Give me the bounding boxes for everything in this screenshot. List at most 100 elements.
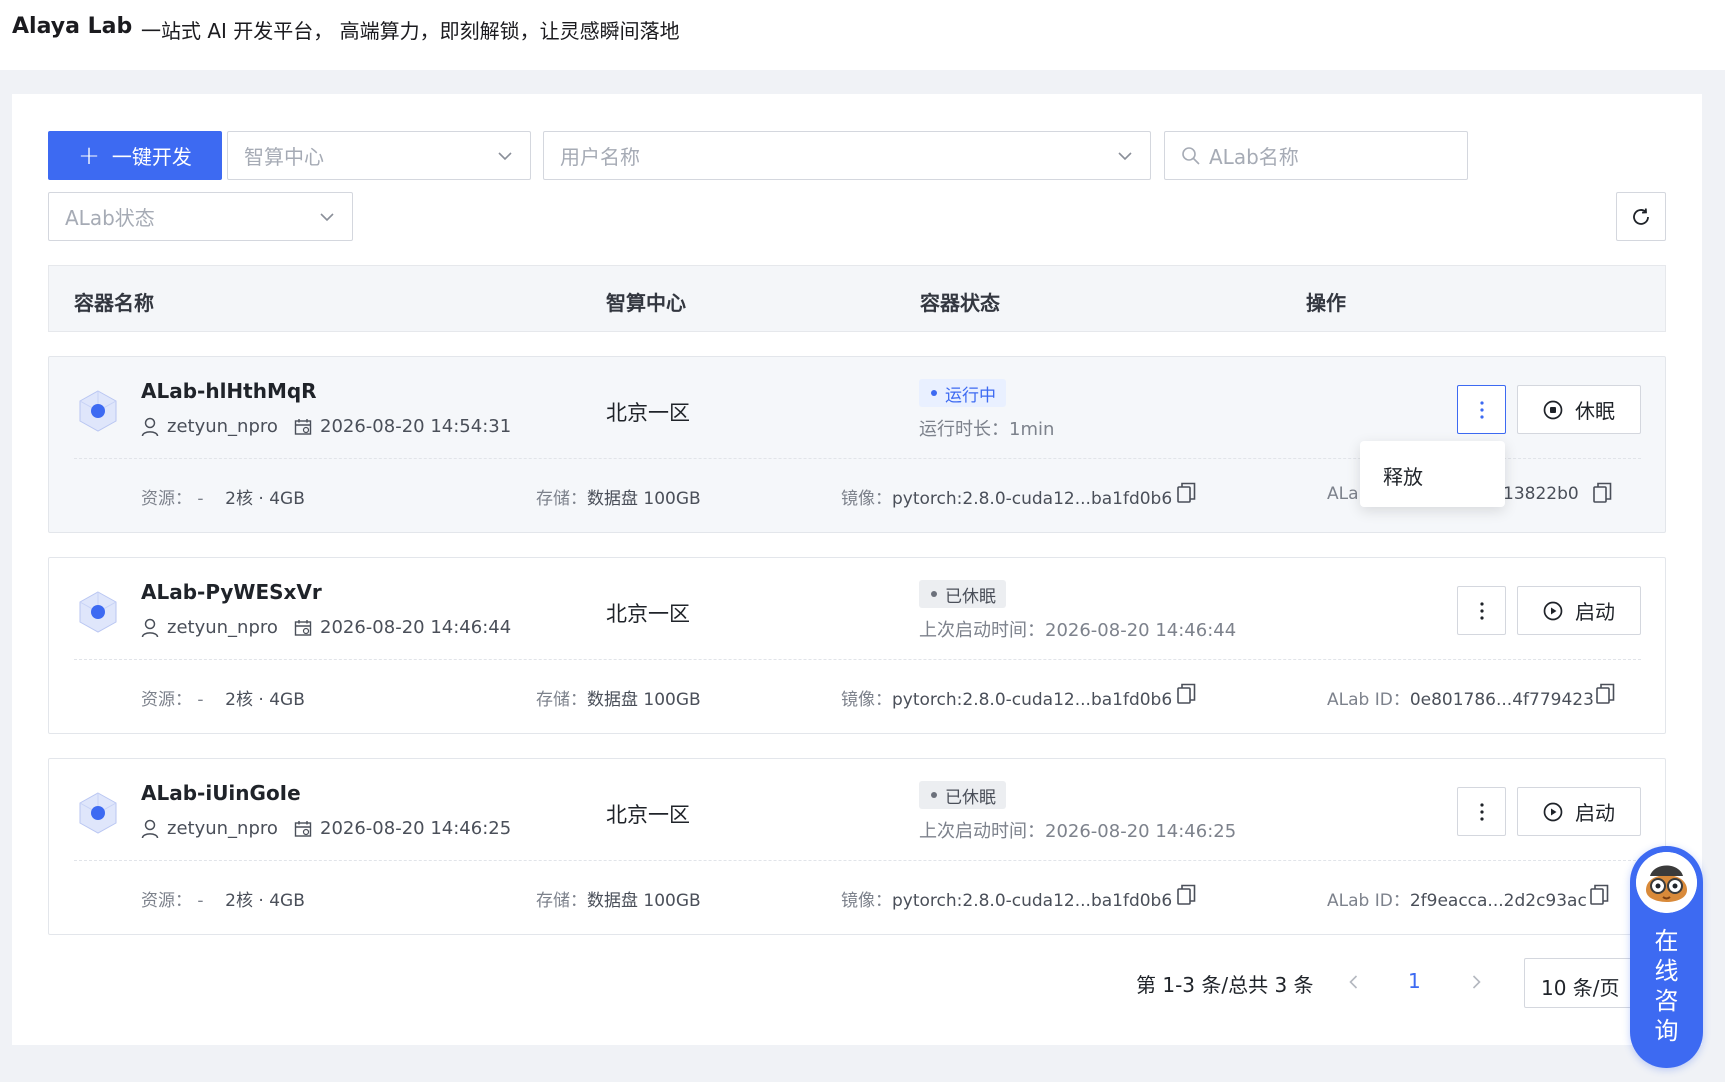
image-label: 镜像：	[841, 489, 892, 509]
copy-icon[interactable]	[1595, 682, 1617, 706]
more-actions-button[interactable]	[1457, 586, 1506, 635]
chevron-right-icon[interactable]	[1466, 972, 1486, 992]
more-actions-button[interactable]	[1457, 385, 1506, 434]
release-menu-item[interactable]: 释放	[1383, 461, 1505, 490]
create-alab-button[interactable]: + 一键开发	[48, 131, 222, 180]
container-name[interactable]: ALab-PyWESxVr	[141, 580, 322, 604]
resource-value: 2核 · 4GB	[225, 690, 305, 710]
status-detail-value: 2026-08-20 14:46:44	[1045, 620, 1237, 641]
container-created-time: 2026-08-20 14:46:25	[294, 818, 511, 839]
refresh-button[interactable]	[1616, 192, 1666, 241]
row-divider	[74, 659, 1641, 660]
compute-center-value: 北京一区	[606, 602, 690, 626]
alab-status-select[interactable]: ALab状态	[48, 192, 353, 241]
sleep-label: 休眠	[1575, 399, 1615, 423]
cube-icon	[79, 390, 117, 432]
play-circle-icon	[1543, 601, 1563, 620]
page-number[interactable]: 1	[1408, 969, 1421, 993]
alab-id-prefix: ALal	[1327, 484, 1364, 504]
user-name-select[interactable]: 用户名称	[543, 131, 1151, 180]
compute-center-placeholder: 智算中心	[244, 145, 324, 169]
online-consult-widget[interactable]: 在线咨询	[1630, 846, 1703, 1068]
resource-label: 资源：	[141, 891, 192, 911]
more-actions-button[interactable]	[1457, 787, 1506, 836]
user-name-text: zetyun_npro	[167, 617, 278, 638]
storage-value: 数据盘 100GB	[587, 891, 701, 911]
status-dot	[931, 792, 937, 798]
more-vertical-icon	[1479, 601, 1484, 620]
image-value: pytorch:2.8.0-cuda12...ba1fd0b6	[892, 891, 1173, 911]
copy-icon[interactable]	[1589, 883, 1611, 907]
container-name[interactable]: ALab-iUinGoIe	[141, 781, 301, 805]
chevron-left-icon[interactable]	[1344, 972, 1364, 992]
column-header-actions: 操作	[1306, 291, 1346, 315]
image-label: 镜像：	[841, 690, 892, 710]
resource-dash: -	[197, 489, 204, 509]
alab-id-label: ALab ID：	[1327, 891, 1410, 911]
table-row[interactable]: ALab-PyWESxVr zetyun_npro 2026-08-20 14:…	[48, 557, 1666, 734]
image-value: pytorch:2.8.0-cuda12...ba1fd0b6	[892, 489, 1173, 509]
pagination-summary: 第 1-3 条/总共 3 条	[1136, 973, 1314, 997]
page-size-select[interactable]: 10 条/页	[1524, 958, 1642, 1008]
start-label: 启动	[1575, 600, 1615, 624]
column-header-status: 容器状态	[920, 291, 1000, 315]
container-user: zetyun_npro	[141, 416, 278, 437]
copy-icon[interactable]	[1176, 481, 1198, 505]
create-alab-label: 一键开发	[111, 145, 192, 169]
status-detail: 上次启动时间：2026-08-20 14:46:44	[919, 616, 1236, 642]
resource-info: 资源： - 2核 · 4GB	[141, 685, 305, 710]
image-value: pytorch:2.8.0-cuda12...ba1fd0b6	[892, 690, 1173, 710]
start-button[interactable]: 启动	[1517, 787, 1641, 836]
table-row[interactable]: ALab-iUinGoIe zetyun_npro 2026-08-20 14:…	[48, 758, 1666, 935]
alab-name-placeholder: ALab名称	[1209, 145, 1299, 169]
brand-logo[interactable]: Alaya Lab	[12, 14, 132, 39]
cube-icon	[79, 792, 117, 834]
tagline: 一站式 AI 开发平台， 高端算力，即刻解锁，让灵感瞬间落地	[141, 19, 680, 43]
start-button[interactable]: 启动	[1517, 586, 1641, 635]
container-created-time: 2026-08-20 14:46:44	[294, 617, 511, 638]
status-detail: 运行时长：1min	[919, 415, 1054, 441]
resource-dash: -	[197, 891, 204, 911]
status-detail-label: 运行时长：	[919, 419, 1009, 440]
image-info: 镜像：pytorch:2.8.0-cuda12...ba1fd0b6	[841, 685, 1172, 710]
storage-label: 存储：	[536, 891, 587, 911]
more-actions-menu: 释放	[1360, 441, 1505, 507]
compute-center-select[interactable]: 智算中心	[227, 131, 531, 180]
user-name-placeholder: 用户名称	[560, 145, 640, 169]
calendar-icon	[294, 820, 312, 837]
stop-circle-icon	[1543, 400, 1563, 419]
top-bar: Alaya Lab 一站式 AI 开发平台， 高端算力，即刻解锁，让灵感瞬间落地	[0, 0, 1725, 70]
more-vertical-icon	[1479, 802, 1484, 821]
more-vertical-icon	[1479, 400, 1484, 419]
alab-status-placeholder: ALab状态	[65, 206, 155, 230]
copy-icon[interactable]	[1176, 883, 1198, 907]
compute-center-value: 北京一区	[606, 803, 690, 827]
alab-id-info: ALab ID：0e801786...4f779423	[1327, 685, 1594, 710]
chevron-down-icon	[320, 213, 334, 222]
alab-id-info: ALal	[1327, 484, 1363, 504]
resource-value: 2核 · 4GB	[225, 489, 305, 509]
alab-id-value: 0e801786...4f779423	[1409, 690, 1594, 710]
copy-icon[interactable]	[1592, 481, 1614, 505]
container-name[interactable]: ALab-hlHthMqR	[141, 379, 317, 403]
alab-id-info: ALab ID：2f9eacca...2d2c93ac	[1327, 886, 1587, 911]
created-time-text: 2026-08-20 14:54:31	[320, 416, 512, 437]
start-label: 启动	[1575, 801, 1615, 825]
created-time-text: 2026-08-20 14:46:25	[320, 818, 512, 839]
storage-info: 存储：数据盘 100GB	[536, 886, 701, 911]
resource-label: 资源：	[141, 690, 192, 710]
table-header: 容器名称 智算中心 容器状态 操作	[48, 265, 1666, 332]
status-detail-label: 上次启动时间：	[919, 620, 1045, 641]
calendar-icon	[294, 418, 312, 435]
alab-id-label: ALab ID：	[1327, 690, 1410, 710]
status-detail-value: 2026-08-20 14:46:25	[1045, 821, 1237, 842]
status-dot	[931, 390, 937, 396]
storage-info: 存储：数据盘 100GB	[536, 685, 701, 710]
container-user: zetyun_npro	[141, 617, 278, 638]
alab-name-search[interactable]: ALab名称	[1164, 131, 1468, 180]
resource-value: 2核 · 4GB	[225, 891, 305, 911]
sleep-button[interactable]: 休眠	[1517, 385, 1641, 434]
cube-icon	[79, 591, 117, 633]
copy-icon[interactable]	[1176, 682, 1198, 706]
status-badge: 已休眠	[919, 781, 1006, 809]
